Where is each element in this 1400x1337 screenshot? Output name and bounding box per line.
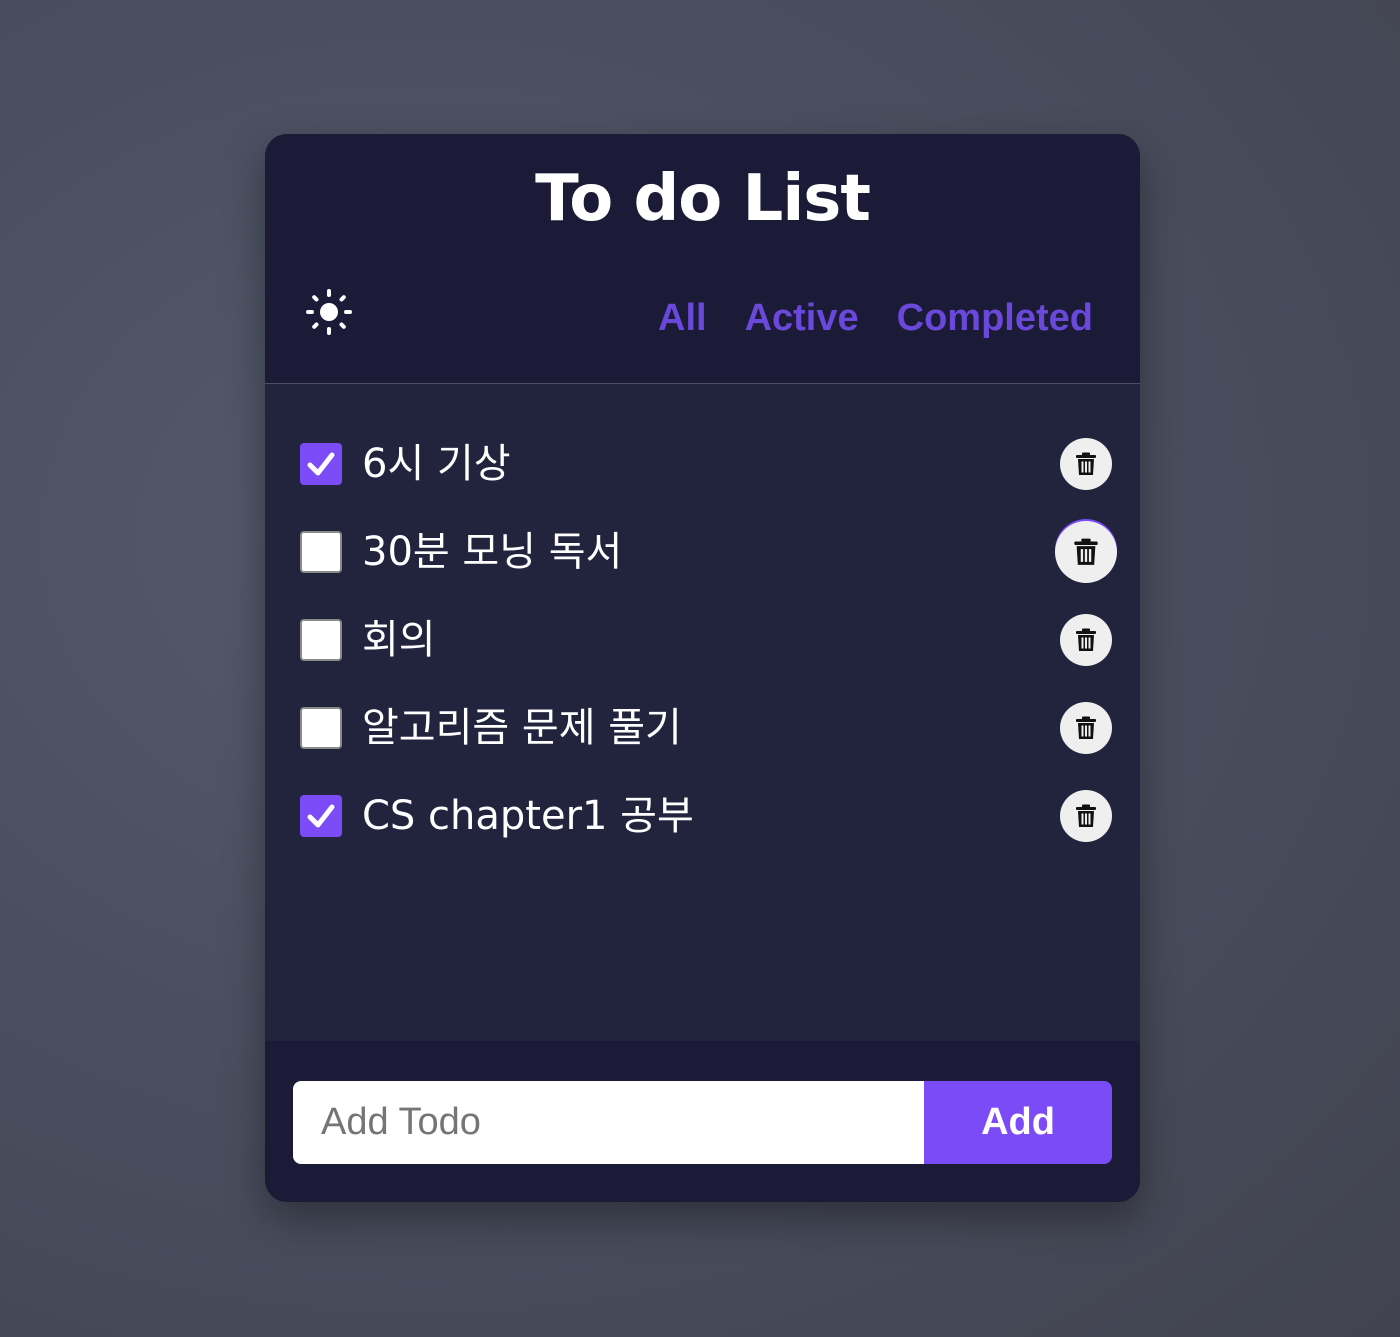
trash-icon: [1076, 716, 1096, 739]
todo-text: 회의: [362, 617, 436, 663]
todo-header: To do List All Active Completed: [265, 134, 1140, 384]
todo-text: 6시 기상: [362, 441, 511, 487]
checkmark-icon: [307, 452, 335, 476]
trash-icon: [1076, 628, 1096, 651]
checkmark-icon: [307, 804, 335, 828]
add-todo-input[interactable]: [293, 1081, 924, 1164]
todo-text: CS chapter1 공부: [362, 793, 694, 839]
todo-text: 알고리즘 문제 풀기: [362, 705, 682, 751]
todo-checkbox[interactable]: [300, 443, 342, 485]
delete-todo-button[interactable]: [1055, 521, 1117, 583]
filter-active-button[interactable]: Active: [745, 292, 859, 344]
todo-card: To do List All Active Completed 6시 기상 30…: [265, 134, 1140, 1202]
todo-item: 알고리즘 문제 풀기: [265, 684, 1140, 772]
filter-completed-button[interactable]: Completed: [897, 292, 1093, 344]
add-todo-button[interactable]: Add: [924, 1081, 1112, 1164]
delete-todo-button[interactable]: [1060, 790, 1112, 842]
todo-checkbox[interactable]: [300, 795, 342, 837]
todo-checkbox[interactable]: [300, 707, 342, 749]
sun-icon: [305, 289, 353, 339]
filter-all-button[interactable]: All: [658, 292, 707, 344]
todo-item: 6시 기상: [265, 420, 1140, 508]
add-todo-form: Add: [293, 1081, 1112, 1164]
delete-todo-button[interactable]: [1060, 438, 1112, 490]
todo-footer: Add: [265, 1041, 1140, 1202]
delete-todo-button[interactable]: [1060, 702, 1112, 754]
todo-item: CS chapter1 공부: [265, 772, 1140, 860]
delete-todo-button[interactable]: [1060, 614, 1112, 666]
todo-checkbox[interactable]: [300, 531, 342, 573]
todo-checkbox[interactable]: [300, 619, 342, 661]
trash-icon: [1074, 538, 1098, 565]
theme-toggle-button[interactable]: [305, 288, 353, 336]
todo-item: 30분 모닝 독서: [265, 508, 1140, 596]
todo-text: 30분 모닝 독서: [362, 529, 623, 575]
trash-icon: [1076, 804, 1096, 827]
filter-bar: All Active Completed: [658, 292, 1093, 344]
todo-list: 6시 기상 30분 모닝 독서 회의 알고리즘 문제 풀기 CS chapter…: [265, 420, 1140, 860]
page-title: To do List: [535, 162, 871, 236]
todo-item: 회의: [265, 596, 1140, 684]
trash-icon: [1076, 452, 1096, 475]
